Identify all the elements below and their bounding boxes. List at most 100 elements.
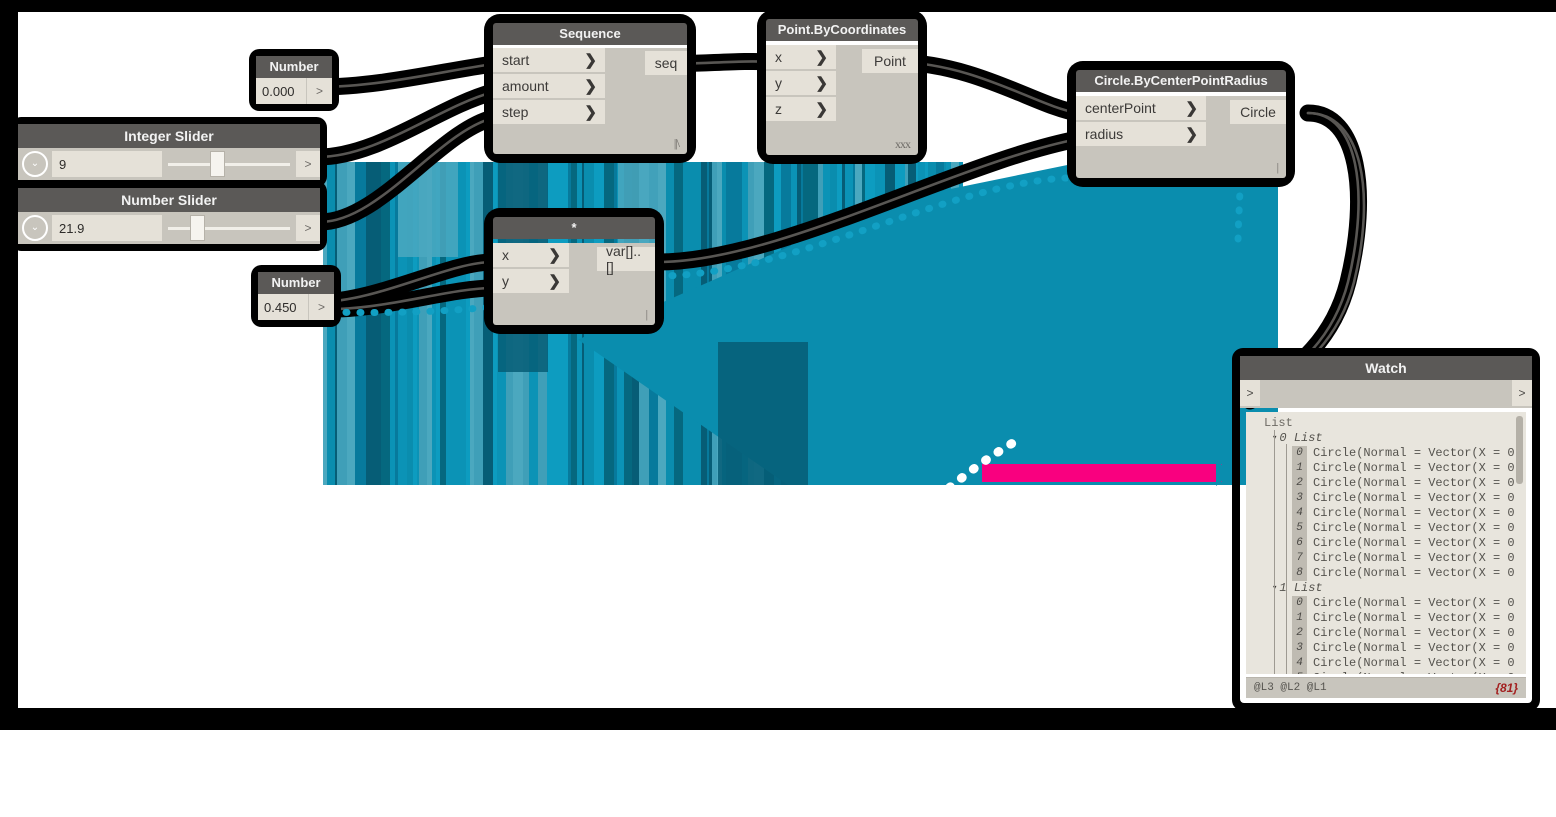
- node-title: Number: [258, 272, 334, 294]
- output-port-number-bottom[interactable]: >: [308, 294, 334, 320]
- watch-tree-group[interactable]: ▾1 List: [1246, 581, 1526, 596]
- artifact-streak: [895, 162, 905, 485]
- watch-tree-group[interactable]: ▾0 List: [1246, 431, 1526, 446]
- output-port-number-slider[interactable]: >: [296, 215, 320, 241]
- watch-tree-root: List: [1264, 416, 1293, 430]
- artifact-streak: [390, 162, 395, 485]
- watch-list-item[interactable]: 3 Circle(Normal = Vector(X = 0: [1246, 491, 1526, 506]
- watch-level-indicator[interactable]: @L3 @L2 @L1: [1254, 682, 1327, 694]
- artifact-streak: [683, 162, 693, 485]
- node-number-top[interactable]: Number 0.000 >: [256, 56, 332, 104]
- artifact-streak: [936, 162, 944, 485]
- node-multiply[interactable]: * x ❯ y ❯ var[]..[] |: [493, 217, 655, 325]
- watch-list-item[interactable]: 4 Circle(Normal = Vector(X = 0: [1246, 506, 1526, 521]
- node-number-bottom[interactable]: Number 0.450 >: [258, 272, 334, 320]
- watch-list-item[interactable]: 5 Circle(Normal = Vector(X = 0: [1246, 521, 1526, 536]
- watch-item-text: Circle(Normal = Vector(X = 0: [1313, 446, 1515, 460]
- artifact-streak: [742, 162, 748, 485]
- artifact-streak: [845, 162, 853, 485]
- artifact-streak: [797, 162, 801, 485]
- artifact-streak: [717, 162, 722, 485]
- output-port-circle[interactable]: Circle: [1230, 100, 1286, 124]
- input-port-amount[interactable]: amount ❯: [493, 74, 605, 98]
- watch-list-item[interactable]: 4 Circle(Normal = Vector(X = 0: [1246, 656, 1526, 671]
- watch-list-item[interactable]: 0 Circle(Normal = Vector(X = 0: [1246, 596, 1526, 611]
- output-port-point[interactable]: Point: [862, 49, 918, 73]
- integer-slider-track[interactable]: [162, 148, 296, 180]
- output-port-seq[interactable]: seq: [645, 51, 687, 75]
- input-port-step[interactable]: step ❯: [493, 100, 605, 124]
- watch-item-text: Circle(Normal = Vector(X = 0: [1313, 656, 1515, 670]
- watch-item-index: 1: [1292, 611, 1307, 626]
- watch-list-item[interactable]: 5 Circle(Normal = Vector(X = 0: [1246, 671, 1526, 674]
- watch-item-index: 5: [1292, 671, 1307, 674]
- artifact-streak: [813, 162, 818, 485]
- input-port-x[interactable]: x ❯: [766, 45, 836, 69]
- node-circle-bycenterpointradius[interactable]: Circle.ByCenterPointRadius centerPoint ❯…: [1076, 70, 1286, 178]
- output-port-integer-slider[interactable]: >: [296, 151, 320, 177]
- artifact-streak: [436, 162, 440, 485]
- node-integer-slider[interactable]: Integer Slider ⌄ 9 >: [18, 124, 320, 180]
- slider-thumb[interactable]: [190, 215, 205, 241]
- watch-list-item[interactable]: 7 Circle(Normal = Vector(X = 0: [1246, 551, 1526, 566]
- expand-collapse-button[interactable]: ⌄: [18, 212, 52, 244]
- node-body: ⌄ 9 >: [18, 148, 320, 180]
- artifact-streak: [361, 162, 366, 485]
- node-body: x ❯ y ❯ z ❯ Point xxx: [766, 45, 918, 155]
- input-port-y[interactable]: y ❯: [766, 71, 836, 95]
- input-port-start[interactable]: start ❯: [493, 48, 605, 72]
- input-port-y[interactable]: y ❯: [493, 269, 569, 293]
- watch-item-index: 3: [1292, 491, 1307, 506]
- output-port-watch[interactable]: >: [1512, 380, 1532, 406]
- node-title: Number Slider: [18, 188, 320, 212]
- artifact-streak: [855, 162, 862, 485]
- graph-canvas[interactable]: Number 0.000 > Integer Slider ⌄ 9 > Numb…: [18, 12, 1556, 708]
- integer-slider-value[interactable]: 9: [52, 151, 162, 177]
- artifact-streak: [366, 162, 375, 485]
- artifact-streak: [885, 162, 895, 485]
- watch-list-item[interactable]: 8 Circle(Normal = Vector(X = 0: [1246, 566, 1526, 581]
- output-port-var[interactable]: var[]..[]: [597, 243, 655, 275]
- artifact-streak: [748, 162, 754, 485]
- number-input-field[interactable]: 0.450: [258, 294, 308, 320]
- number-slider-track[interactable]: [162, 212, 296, 244]
- chevron-right-icon: ❯: [548, 246, 561, 264]
- output-port-number-top[interactable]: >: [306, 78, 332, 104]
- watch-list-item[interactable]: 1 Circle(Normal = Vector(X = 0: [1246, 611, 1526, 626]
- watch-item-text: Circle(Normal = Vector(X = 0: [1313, 506, 1515, 520]
- artifact-arrowhead: [1216, 460, 1232, 486]
- watch-list-item[interactable]: 1 Circle(Normal = Vector(X = 0: [1246, 461, 1526, 476]
- input-port-x[interactable]: x ❯: [493, 243, 569, 267]
- slider-thumb[interactable]: [210, 151, 225, 177]
- artifact-streak: [944, 162, 946, 485]
- input-port-z[interactable]: z ❯: [766, 97, 836, 121]
- node-title: Integer Slider: [18, 124, 320, 148]
- artifact-wedge: [578, 162, 1278, 485]
- number-slider-value[interactable]: 21.9: [52, 215, 162, 241]
- watch-list-item[interactable]: 3 Circle(Normal = Vector(X = 0: [1246, 641, 1526, 656]
- watch-list-item[interactable]: 2 Circle(Normal = Vector(X = 0: [1246, 626, 1526, 641]
- watch-item-index: 7: [1292, 551, 1307, 566]
- artifact-streak: [355, 162, 361, 485]
- artifact-streak: [865, 162, 875, 485]
- input-port-centerpoint[interactable]: centerPoint ❯: [1076, 96, 1206, 120]
- watch-list-item[interactable]: 6 Circle(Normal = Vector(X = 0: [1246, 536, 1526, 551]
- watch-item-text: Circle(Normal = Vector(X = 0: [1313, 596, 1515, 610]
- artifact-streak: [327, 162, 335, 485]
- watch-list-item[interactable]: 2 Circle(Normal = Vector(X = 0: [1246, 476, 1526, 491]
- node-title: Sequence: [493, 23, 687, 45]
- node-number-slider[interactable]: Number Slider ⌄ 21.9 >: [18, 188, 320, 244]
- number-input-field[interactable]: 0.000: [256, 78, 306, 104]
- input-port-watch[interactable]: >: [1240, 380, 1260, 406]
- watch-result-list[interactable]: List▾0 List0Circle(Normal = Vector(X = 0…: [1246, 412, 1526, 674]
- node-point-bycoordinates[interactable]: Point.ByCoordinates x ❯ y ❯ z ❯ Point xx…: [766, 19, 918, 155]
- watch-scrollbar[interactable]: [1516, 416, 1523, 484]
- watch-item-text: Circle(Normal = Vector(X = 0: [1313, 641, 1515, 655]
- expand-collapse-button[interactable]: ⌄: [18, 148, 52, 180]
- node-watch[interactable]: Watch > > List▾0 List0Circle(Normal = Ve…: [1240, 356, 1532, 703]
- artifact-streak: [823, 162, 830, 485]
- watch-list-item[interactable]: 0 Circle(Normal = Vector(X = 0: [1246, 446, 1526, 461]
- artifact-streak: [875, 162, 885, 485]
- input-port-radius[interactable]: radius ❯: [1076, 122, 1206, 146]
- node-sequence[interactable]: Sequence start ❯ amount ❯ step ❯ seq ||\: [493, 23, 687, 154]
